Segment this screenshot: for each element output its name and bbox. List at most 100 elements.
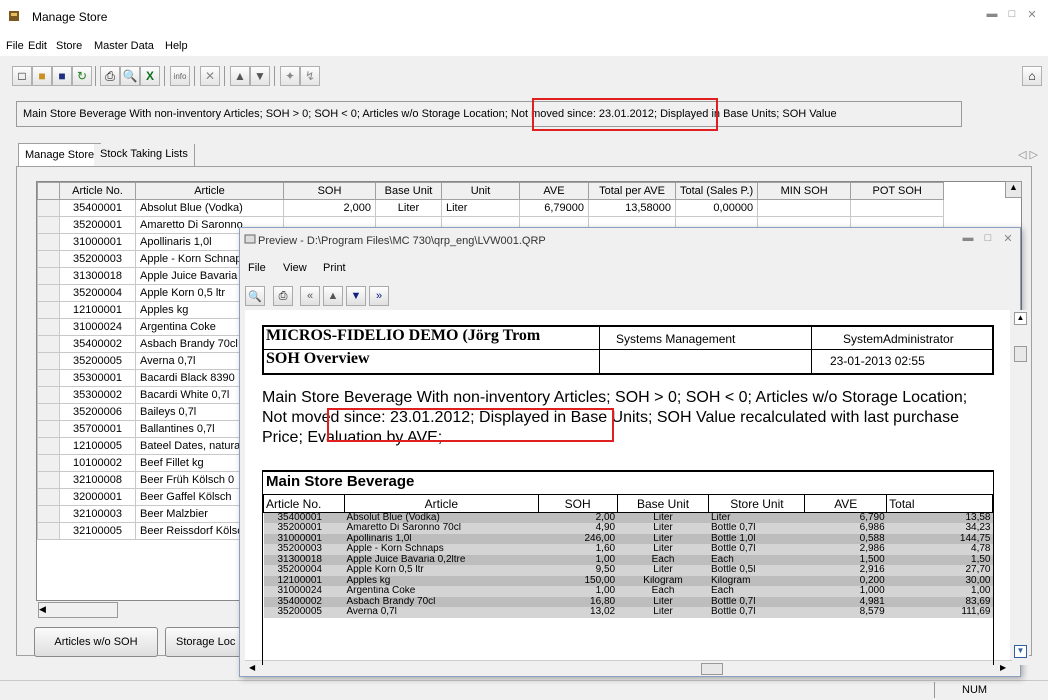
row-header[interactable] bbox=[37, 335, 60, 353]
cell-base-unit[interactable]: Liter bbox=[375, 199, 442, 217]
scroll-down-icon[interactable]: ▼ bbox=[1014, 645, 1027, 658]
cell-article-no[interactable]: 12100001 bbox=[59, 301, 136, 319]
col-total-per-ave[interactable]: Total per AVE bbox=[588, 182, 676, 200]
cell-article-no[interactable]: 35400001 bbox=[59, 199, 136, 217]
preview-menu-print[interactable]: Print bbox=[323, 262, 346, 274]
down-arrow-icon[interactable]: ▼ bbox=[250, 66, 270, 86]
preview-close-icon[interactable]: ✕ bbox=[1000, 232, 1016, 248]
menu-edit[interactable]: Edit bbox=[28, 40, 47, 52]
print-icon[interactable]: ⎙ bbox=[100, 66, 120, 86]
storage-location-button[interactable]: Storage Loc bbox=[165, 627, 243, 657]
lightning-icon[interactable]: ↯ bbox=[300, 66, 320, 86]
delete-icon[interactable]: ✕ bbox=[200, 66, 220, 86]
preview-menu-view[interactable]: View bbox=[283, 262, 307, 274]
preview-zoom-icon[interactable]: 🔍 bbox=[245, 286, 265, 306]
row-header[interactable] bbox=[37, 352, 60, 370]
row-header[interactable] bbox=[37, 250, 60, 268]
cell-article-no[interactable]: 35700001 bbox=[59, 420, 136, 438]
maximize-icon[interactable]: □ bbox=[1004, 8, 1020, 24]
col-article[interactable]: Article bbox=[135, 182, 284, 200]
wand-icon[interactable]: ✦ bbox=[280, 66, 300, 86]
preview-minimize-icon[interactable]: ▬ bbox=[960, 232, 976, 248]
cell-article-no[interactable]: 35200003 bbox=[59, 250, 136, 268]
info-icon[interactable]: info bbox=[170, 66, 190, 86]
row-header[interactable] bbox=[37, 386, 60, 404]
cell-min-soh[interactable] bbox=[757, 199, 852, 217]
save-icon[interactable]: ■ bbox=[52, 66, 72, 86]
row-header[interactable] bbox=[37, 471, 60, 489]
cell-article-no[interactable]: 10100002 bbox=[59, 454, 136, 472]
cell-article-no[interactable]: 31000024 bbox=[59, 318, 136, 336]
row-header[interactable] bbox=[37, 488, 60, 506]
cell-total-per-ave[interactable]: 13,58000 bbox=[588, 199, 676, 217]
cell-article-no[interactable]: 35200005 bbox=[59, 352, 136, 370]
cell-pot-soh[interactable] bbox=[850, 199, 945, 217]
menu-file[interactable]: File bbox=[6, 40, 24, 52]
table-row[interactable]: 35400001 Absolut Blue (Vodka) 2,000 Lite… bbox=[37, 199, 945, 217]
tab-scroll-arrows-icon[interactable]: ◁ ▷ bbox=[1018, 148, 1038, 161]
row-header[interactable] bbox=[37, 505, 60, 523]
scroll-right-icon[interactable]: ▶ bbox=[1000, 663, 1006, 672]
cell-article-no[interactable]: 32100003 bbox=[59, 505, 136, 523]
cell-article-no[interactable]: 32100008 bbox=[59, 471, 136, 489]
cell-article-no[interactable]: 35200004 bbox=[59, 284, 136, 302]
col-ave[interactable]: AVE bbox=[519, 182, 589, 200]
close-icon[interactable]: ✕ bbox=[1024, 8, 1040, 24]
cell-article-no[interactable]: 32000001 bbox=[59, 488, 136, 506]
row-header[interactable] bbox=[37, 318, 60, 336]
horizontal-scrollbar[interactable]: ◀ bbox=[38, 602, 118, 618]
tab-manage-store[interactable]: Manage Store bbox=[18, 143, 102, 167]
preview-maximize-icon[interactable]: □ bbox=[980, 232, 996, 248]
scroll-up-icon[interactable]: ▲ bbox=[1005, 181, 1022, 198]
excel-export-icon[interactable]: X bbox=[140, 66, 160, 86]
col-total-sales[interactable]: Total (Sales P.) bbox=[674, 182, 759, 200]
first-page-icon[interactable]: « bbox=[300, 286, 320, 306]
refresh-icon[interactable]: ↻ bbox=[72, 66, 92, 86]
scroll-left-icon[interactable]: ◀ bbox=[249, 663, 255, 672]
print-preview-icon[interactable]: 🔍 bbox=[120, 66, 140, 86]
row-header[interactable] bbox=[37, 437, 60, 455]
cell-unit[interactable]: Liter bbox=[441, 199, 520, 217]
preview-vertical-scrollbar[interactable]: ▲ ▼ bbox=[1012, 310, 1029, 665]
col-article-no[interactable]: Article No. bbox=[59, 182, 136, 200]
row-header[interactable] bbox=[37, 233, 60, 251]
row-header[interactable] bbox=[37, 420, 60, 438]
scroll-thumb[interactable] bbox=[1014, 346, 1027, 362]
col-soh[interactable]: SOH bbox=[283, 182, 376, 200]
cell-total-sales[interactable]: 0,00000 bbox=[674, 199, 759, 217]
open-folder-icon[interactable]: ■ bbox=[32, 66, 52, 86]
menu-master-data[interactable]: Master Data bbox=[94, 40, 154, 52]
row-header[interactable] bbox=[37, 199, 60, 217]
cell-article-no[interactable]: 31300018 bbox=[59, 267, 136, 285]
col-pot-soh[interactable]: POT SOH bbox=[850, 182, 945, 200]
cell-article-no[interactable]: 35400002 bbox=[59, 335, 136, 353]
up-arrow-icon[interactable]: ▲ bbox=[230, 66, 250, 86]
cell-ave[interactable]: 6,79000 bbox=[519, 199, 589, 217]
preview-print-icon[interactable]: ⎙ bbox=[273, 286, 293, 306]
next-page-icon[interactable]: ▼ bbox=[346, 286, 366, 306]
row-header[interactable] bbox=[37, 369, 60, 387]
menu-help[interactable]: Help bbox=[165, 40, 188, 52]
articles-wo-soh-button[interactable]: Articles w/o SOH bbox=[34, 627, 158, 657]
last-page-icon[interactable]: » bbox=[369, 286, 389, 306]
row-header[interactable] bbox=[37, 403, 60, 421]
preview-menu-file[interactable]: File bbox=[248, 262, 266, 274]
row-header[interactable] bbox=[37, 454, 60, 472]
col-min-soh[interactable]: MIN SOH bbox=[757, 182, 852, 200]
cell-article-no[interactable]: 12100005 bbox=[59, 437, 136, 455]
home-icon[interactable]: ⌂ bbox=[1022, 66, 1042, 86]
cell-soh[interactable]: 2,000 bbox=[283, 199, 376, 217]
cell-article-no[interactable]: 35300002 bbox=[59, 386, 136, 404]
cell-article-no[interactable]: 35300001 bbox=[59, 369, 136, 387]
cell-article[interactable]: Absolut Blue (Vodka) bbox=[135, 199, 284, 217]
row-header[interactable] bbox=[37, 301, 60, 319]
tab-stock-taking-lists[interactable]: Stock Taking Lists bbox=[94, 144, 195, 166]
cell-article-no[interactable]: 35200001 bbox=[59, 216, 136, 234]
cell-article-no[interactable]: 31000001 bbox=[59, 233, 136, 251]
cell-article-no[interactable]: 35200006 bbox=[59, 403, 136, 421]
row-header[interactable] bbox=[37, 216, 60, 234]
minimize-icon[interactable]: ▬ bbox=[984, 8, 1000, 24]
row-header[interactable] bbox=[37, 284, 60, 302]
new-icon[interactable]: □ bbox=[12, 66, 32, 86]
col-base-unit[interactable]: Base Unit bbox=[375, 182, 442, 200]
